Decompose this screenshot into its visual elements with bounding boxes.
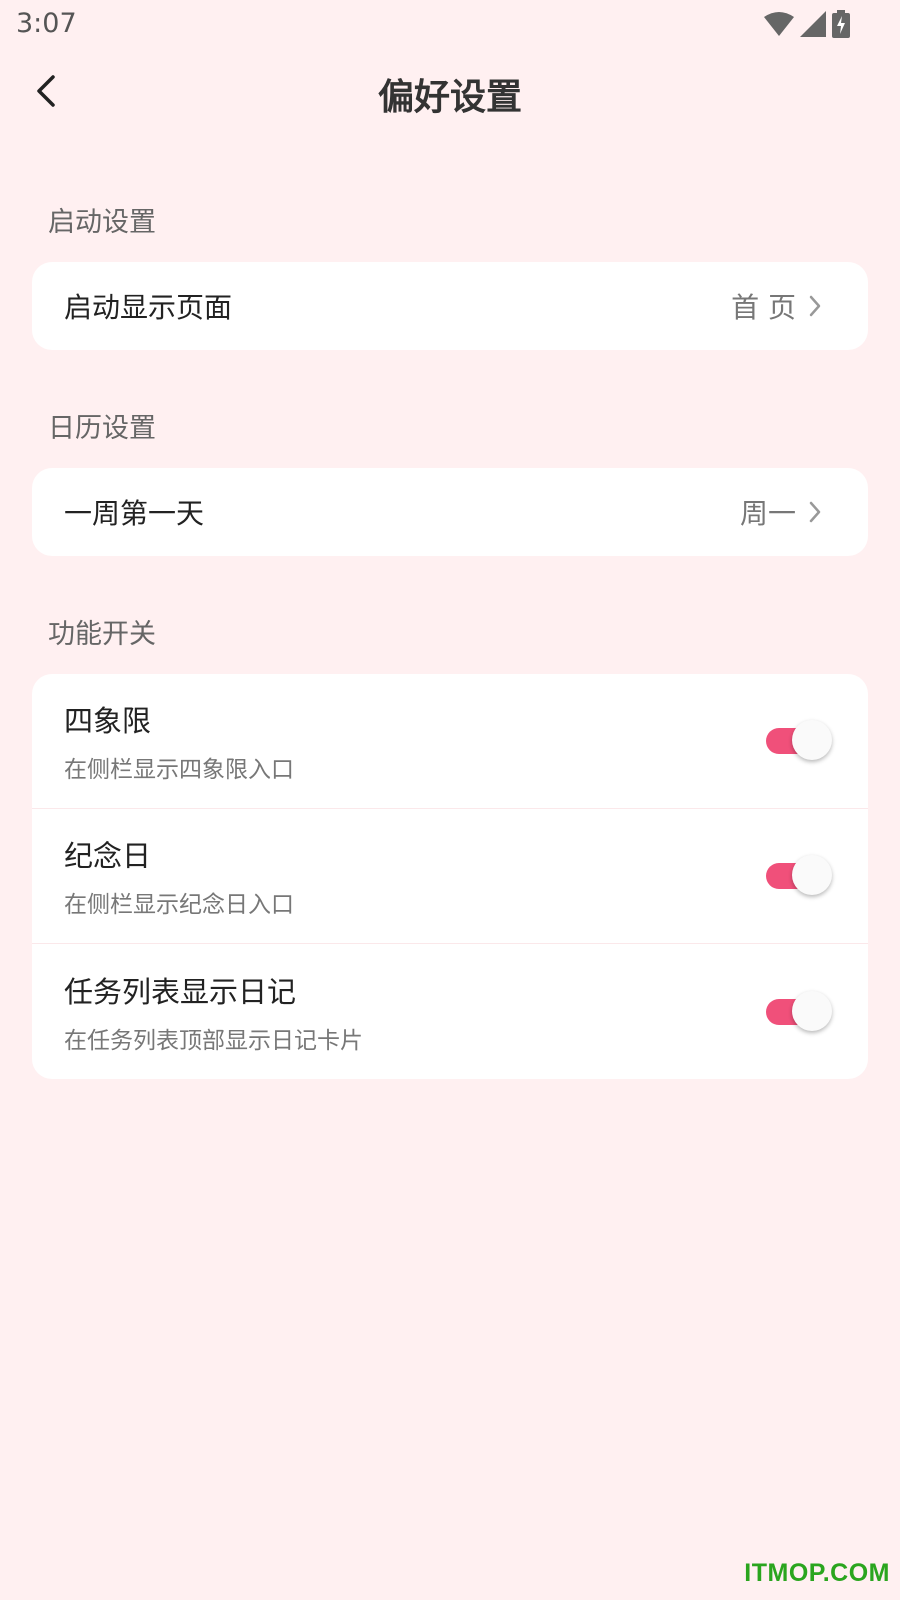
- toggle-title: 任务列表显示日记: [64, 974, 297, 1009]
- status-icons: [764, 10, 850, 42]
- header: 偏好设置: [0, 58, 900, 128]
- card-features: 四象限 在侧栏显示四象限入口 纪念日 在侧栏显示纪念日入口 任务列表显示日记 在…: [32, 674, 868, 1079]
- wifi-icon: [764, 11, 794, 41]
- quadrant-toggle[interactable]: [766, 720, 832, 762]
- status-bar: 3:07: [0, 0, 900, 48]
- status-time: 3:07: [16, 8, 77, 39]
- card-calendar: 一周第一天 周一: [32, 468, 868, 556]
- startup-page-value: 首 页: [731, 291, 796, 324]
- diary-toggle[interactable]: [766, 990, 832, 1033]
- week-start-row[interactable]: 一周第一天 周一: [32, 468, 868, 556]
- toggle-row-anniversary: 纪念日 在侧栏显示纪念日入口: [32, 809, 868, 944]
- card-startup: 启动显示页面 首 页: [32, 262, 868, 350]
- toggle-desc: 在侧栏显示纪念日入口: [64, 892, 294, 918]
- toggle-desc: 在任务列表顶部显示日记卡片: [64, 1027, 363, 1054]
- toggle-title: 纪念日: [64, 839, 152, 873]
- section-title-startup: 启动设置: [48, 207, 156, 238]
- toggle-row-diary: 任务列表显示日记 在任务列表顶部显示日记卡片: [32, 944, 868, 1079]
- week-start-label: 一周第一天: [64, 497, 205, 530]
- signal-icon: [800, 11, 826, 41]
- toggle-desc: 在侧栏显示四象限入口: [64, 757, 294, 783]
- section-title-calendar: 日历设置: [48, 413, 156, 444]
- startup-page-row[interactable]: 启动显示页面 首 页: [32, 262, 868, 350]
- section-title-features: 功能开关: [48, 619, 156, 650]
- startup-page-label: 启动显示页面: [64, 291, 233, 324]
- switch-thumb: [792, 855, 832, 895]
- switch-thumb: [792, 990, 832, 1031]
- chevron-right-icon: [808, 292, 828, 320]
- chevron-right-icon: [808, 498, 828, 526]
- toggle-row-quadrant: 四象限 在侧栏显示四象限入口: [32, 674, 868, 809]
- switch-thumb: [792, 720, 832, 760]
- watermark: ITMOP.COM: [744, 1559, 890, 1587]
- battery-charging-icon: [832, 10, 850, 42]
- week-start-value: 周一: [739, 497, 796, 530]
- toggle-title: 四象限: [64, 704, 152, 738]
- anniversary-toggle[interactable]: [766, 855, 832, 897]
- page-title: 偏好设置: [377, 77, 522, 118]
